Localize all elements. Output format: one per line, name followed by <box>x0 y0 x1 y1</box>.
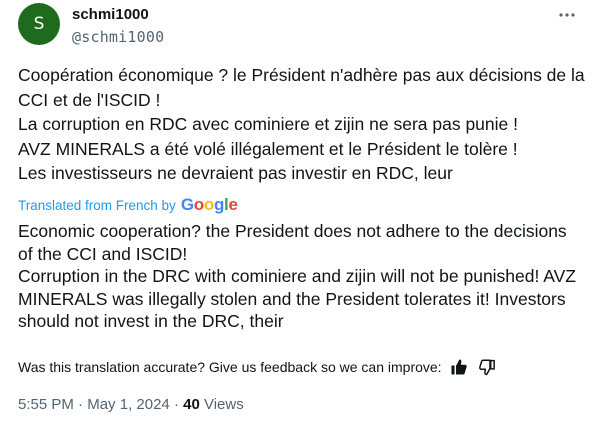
translated-from-link[interactable]: Translated from French by Google <box>18 195 238 215</box>
original-line: Les investisseurs ne devraient pas inves… <box>18 163 453 183</box>
post-time[interactable]: 5:55 PM <box>18 396 74 413</box>
author-handle[interactable]: @schmi1000 <box>72 28 164 46</box>
translation-feedback: Was this translation accurate? Give us f… <box>18 356 498 378</box>
post-meta: 5:55 PM · May 1, 2024 · 40 Views <box>18 396 244 413</box>
feedback-question: Was this translation accurate? Give us f… <box>18 359 442 375</box>
translated-from-label[interactable]: Translated from French by <box>18 198 176 213</box>
post-card: S schmi1000 @schmi1000 Coopération écono… <box>0 0 598 432</box>
more-icon <box>559 13 575 17</box>
views-label: Views <box>203 396 244 413</box>
translated-post-text: Economic cooperation? the President does… <box>18 220 586 333</box>
views-count: 40 <box>183 396 200 413</box>
original-line: AVZ MINERALS a été volé illégalement et … <box>18 138 518 159</box>
meta-separator: · <box>169 396 184 413</box>
google-letter: e <box>228 195 238 214</box>
thumbs-down-button[interactable] <box>476 356 498 378</box>
translation-line: Corruption in the DRC with cominiere and… <box>18 266 577 331</box>
avatar[interactable]: S <box>18 3 60 45</box>
google-letter: o <box>203 195 214 214</box>
post-date[interactable]: May 1, 2024 <box>87 396 170 413</box>
avatar-letter: S <box>33 14 45 34</box>
translation-line: Economic cooperation? the President does… <box>18 221 567 264</box>
original-line: La corruption en RDC avec cominiere et z… <box>18 114 518 134</box>
original-post-text: Coopération économique ? le Président n'… <box>18 63 586 186</box>
google-letter: g <box>213 195 225 214</box>
google-logo: Google <box>181 195 238 215</box>
meta-separator: · <box>73 396 88 413</box>
more-options-button[interactable] <box>556 6 578 24</box>
google-letter: o <box>193 195 204 214</box>
thumbs-down-icon <box>478 359 495 376</box>
google-letter: G <box>180 195 194 214</box>
thumbs-up-icon <box>451 359 467 375</box>
author-name[interactable]: schmi1000 <box>72 6 149 23</box>
thumbs-up-button[interactable] <box>448 356 470 378</box>
original-line: Coopération économique ? le Président n'… <box>18 65 585 110</box>
